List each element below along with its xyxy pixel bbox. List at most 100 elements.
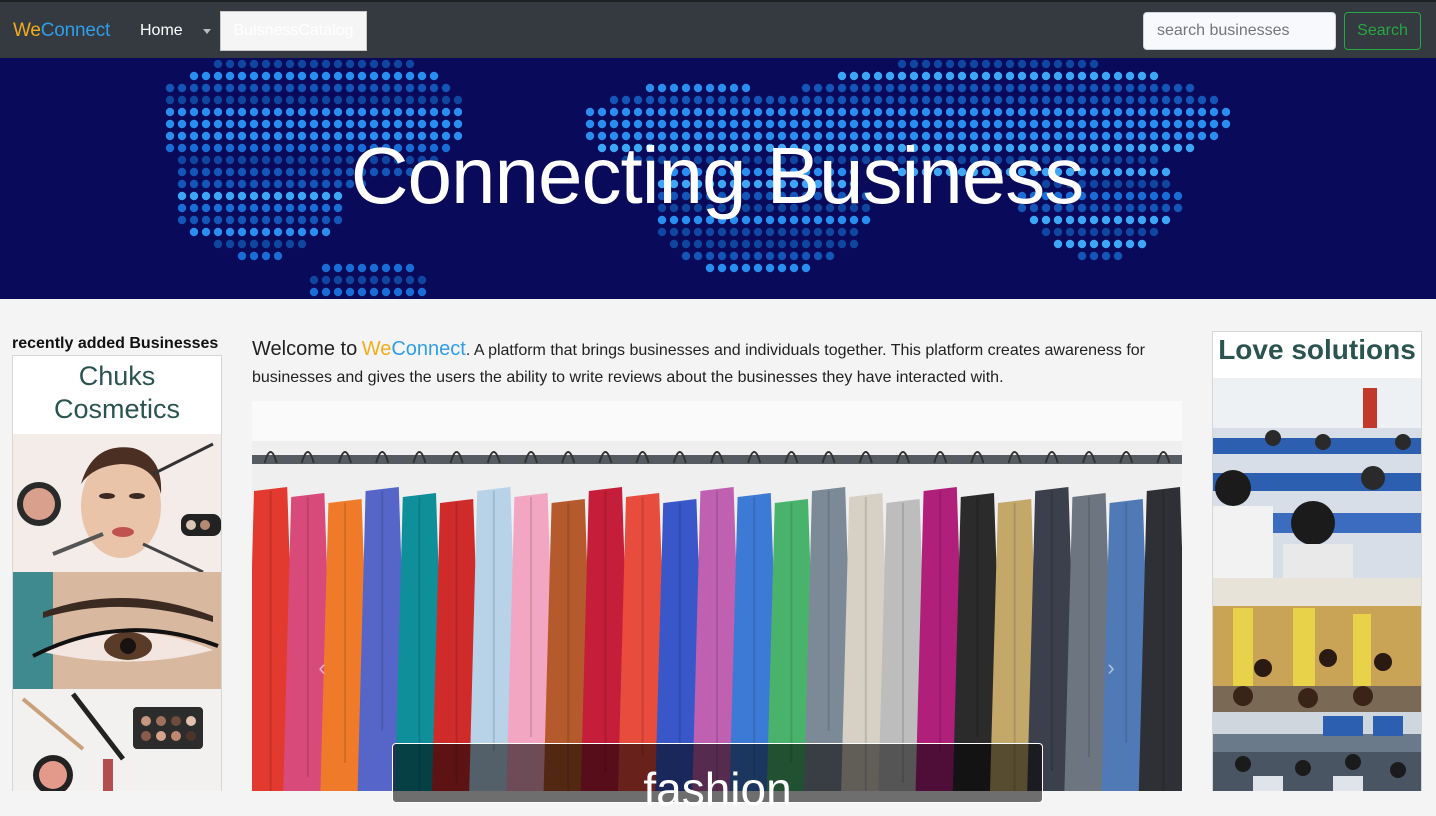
map-dot <box>729 107 739 117</box>
map-dot <box>921 83 931 93</box>
map-dot <box>993 71 1003 81</box>
map-dot <box>693 239 703 249</box>
map-dot <box>933 95 943 105</box>
map-dot <box>957 59 967 69</box>
welcome-brand-connect: Connect <box>391 338 466 360</box>
map-dot <box>1089 59 1099 69</box>
map-dot <box>369 107 379 117</box>
map-dot <box>789 107 799 117</box>
map-dot <box>1137 71 1147 81</box>
map-dot <box>453 95 463 105</box>
map-dot <box>1029 119 1039 129</box>
map-dot <box>1077 95 1087 105</box>
map-dot <box>585 107 595 117</box>
map-dot <box>333 119 343 129</box>
map-dot <box>729 119 739 129</box>
map-dot <box>909 95 919 105</box>
map-dot <box>261 71 271 81</box>
map-dot <box>621 95 631 105</box>
garment-fold <box>604 491 607 771</box>
map-dot <box>1125 227 1135 237</box>
map-dot <box>309 119 319 129</box>
map-dot <box>789 95 799 105</box>
map-dot <box>813 107 823 117</box>
rack-rail <box>252 455 1182 464</box>
map-dot <box>1053 83 1063 93</box>
chevron-left-icon[interactable]: ‹ <box>312 655 332 681</box>
map-dot <box>1113 107 1123 117</box>
map-dot <box>333 275 343 285</box>
map-dot <box>249 239 259 249</box>
map-dot <box>705 107 715 117</box>
map-dot <box>249 59 259 69</box>
map-dot <box>225 119 235 129</box>
map-dot <box>1161 119 1171 129</box>
map-dot <box>957 83 967 93</box>
chevron-down-icon[interactable] <box>203 29 211 34</box>
map-dot <box>441 95 451 105</box>
map-dot <box>1053 227 1063 237</box>
map-dot <box>261 59 271 69</box>
nav-catalog-button[interactable]: BuisnessCatalog <box>220 11 367 51</box>
business-card-chuks[interactable]: Chuks Cosmetics <box>12 355 222 791</box>
map-dot <box>165 119 175 129</box>
map-dot <box>861 95 871 105</box>
search-button[interactable]: Search <box>1344 12 1421 50</box>
map-dot <box>645 119 655 129</box>
map-dot <box>369 287 379 297</box>
map-dot <box>369 71 379 81</box>
map-dot <box>345 83 355 93</box>
map-dot <box>693 83 703 93</box>
chevron-right-icon[interactable]: › <box>1101 655 1121 681</box>
carousel[interactable] <box>252 401 1182 791</box>
map-dot <box>885 71 895 81</box>
map-dot <box>1137 227 1147 237</box>
map-dot <box>273 107 283 117</box>
map-dot <box>741 251 751 261</box>
map-dot <box>345 107 355 117</box>
map-dot <box>837 95 847 105</box>
map-dot <box>369 119 379 129</box>
map-dot <box>285 227 295 237</box>
map-dot <box>213 227 223 237</box>
map-dot <box>201 227 211 237</box>
map-dot <box>849 119 859 129</box>
cosmetics-flatlay-image <box>13 689 221 791</box>
map-dot <box>609 95 619 105</box>
map-dot <box>357 83 367 93</box>
map-dot <box>261 227 271 237</box>
search-input[interactable] <box>1143 12 1336 50</box>
map-dot <box>933 83 943 93</box>
map-dot <box>885 83 895 93</box>
welcome-prefix: Welcome to <box>252 338 358 360</box>
map-dot <box>693 107 703 117</box>
map-dot <box>1185 95 1195 105</box>
map-dot <box>1005 83 1015 93</box>
map-dot <box>189 119 199 129</box>
map-dot <box>921 71 931 81</box>
map-dot <box>1017 95 1027 105</box>
map-dot <box>729 263 739 273</box>
map-dot <box>909 59 919 69</box>
map-dot <box>237 119 247 129</box>
map-dot <box>1101 71 1111 81</box>
business-card-love-solutions[interactable]: Love solutions <box>1212 331 1422 791</box>
map-dot <box>357 275 367 285</box>
map-dot <box>681 251 691 261</box>
map-dot <box>825 239 835 249</box>
map-dot <box>345 59 355 69</box>
hero-banner: Connecting Business <box>0 58 1436 299</box>
map-dot <box>333 95 343 105</box>
map-dot <box>597 119 607 129</box>
map-dot <box>741 227 751 237</box>
brand-logo[interactable]: WeConnect <box>13 20 110 42</box>
map-dot <box>1101 119 1111 129</box>
map-dot <box>321 227 331 237</box>
map-dot <box>1053 119 1063 129</box>
business-card-title[interactable]: Love solutions <box>1213 334 1421 366</box>
business-card-title[interactable]: Chuks Cosmetics <box>13 360 221 426</box>
map-dot <box>1005 71 1015 81</box>
map-dot <box>441 119 451 129</box>
map-dot <box>237 239 247 249</box>
nav-home-link[interactable]: Home <box>140 22 183 40</box>
